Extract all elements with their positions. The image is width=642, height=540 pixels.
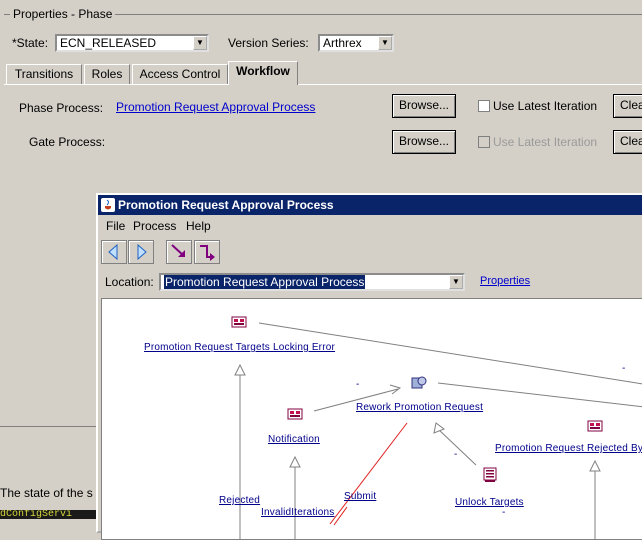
tab-roles[interactable]: Roles bbox=[84, 64, 130, 84]
location-select[interactable]: Promotion Request Approval Process ▼ bbox=[159, 273, 465, 291]
use-latest-checkbox-gate bbox=[478, 136, 490, 148]
dash-marker: - bbox=[356, 379, 360, 390]
browse-button-phase[interactable]: Browse... bbox=[392, 94, 456, 118]
activity-icon[interactable] bbox=[231, 315, 247, 329]
link-label-rejected[interactable]: Rejected bbox=[219, 495, 260, 506]
dash-marker: - bbox=[502, 507, 506, 518]
tab-transitions[interactable]: Transitions bbox=[6, 64, 82, 84]
arrow-left-icon bbox=[108, 243, 118, 261]
drill-down-button[interactable] bbox=[166, 240, 192, 264]
step-into-icon bbox=[200, 245, 215, 261]
chevron-down-icon[interactable]: ▼ bbox=[193, 36, 207, 50]
location-value: Promotion Request Approval Process bbox=[164, 275, 366, 289]
dialog-title: Promotion Request Approval Process bbox=[118, 198, 334, 212]
tab-access-control[interactable]: Access Control bbox=[132, 64, 228, 84]
location-label: Location: bbox=[105, 275, 154, 289]
link-label-invalid-iterations[interactable]: InvalidIterations bbox=[261, 507, 334, 518]
node-label-rework[interactable]: Rework Promotion Request bbox=[356, 402, 483, 413]
dash-marker: - bbox=[622, 363, 626, 374]
version-value: Arthrex bbox=[323, 36, 362, 50]
clear-button-phase[interactable]: Clea bbox=[613, 94, 642, 118]
menu-process[interactable]: Process bbox=[133, 219, 176, 233]
state-select[interactable]: ECN_RELEASED ▼ bbox=[55, 34, 209, 52]
tab-workflow[interactable]: Workflow bbox=[228, 61, 298, 85]
node-label-notification[interactable]: Notification bbox=[268, 434, 320, 445]
activity-icon[interactable] bbox=[287, 407, 303, 421]
forward-button[interactable] bbox=[128, 240, 154, 264]
arrow-right-icon bbox=[137, 243, 147, 261]
properties-link[interactable]: Properties bbox=[480, 275, 530, 287]
state-value: ECN_RELEASED bbox=[60, 36, 157, 50]
menu-help[interactable]: Help bbox=[186, 219, 211, 233]
lower-panel bbox=[0, 426, 100, 520]
clear-button-gate[interactable]: Clea bbox=[613, 130, 642, 154]
dialog-titlebar[interactable]: Promotion Request Approval Process bbox=[98, 195, 642, 215]
status-text: The state of the s bbox=[0, 486, 93, 500]
activity-icon[interactable] bbox=[587, 419, 603, 433]
version-select[interactable]: Arthrex ▼ bbox=[318, 34, 394, 52]
process-canvas[interactable]: Promotion Request Targets Locking Error … bbox=[101, 298, 642, 540]
node-label-unlock-targets[interactable]: Unlock Targets bbox=[455, 497, 524, 508]
workflow-dialog: Promotion Request Approval Process File … bbox=[96, 193, 642, 540]
dash-marker: - bbox=[454, 449, 458, 460]
browse-button-gate[interactable]: Browse... bbox=[392, 130, 456, 154]
java-icon bbox=[101, 198, 115, 212]
state-label: *State: bbox=[12, 36, 49, 50]
robot-icon[interactable] bbox=[482, 467, 498, 482]
menu-file[interactable]: File bbox=[106, 219, 125, 233]
link-label-submit[interactable]: Submit bbox=[344, 491, 376, 502]
process-connectors bbox=[234, 322, 642, 539]
drill-down-icon bbox=[171, 244, 185, 257]
phase-process-label: Phase Process: bbox=[19, 101, 104, 115]
back-button[interactable] bbox=[101, 240, 127, 264]
task-icon[interactable] bbox=[410, 375, 427, 389]
step-into-button[interactable] bbox=[194, 240, 220, 264]
tab-divider bbox=[4, 84, 642, 85]
use-latest-label-phase: Use Latest Iteration bbox=[493, 99, 598, 113]
phase-process-link[interactable]: Promotion Request Approval Process bbox=[116, 100, 315, 114]
chevron-down-icon[interactable]: ▼ bbox=[449, 275, 463, 289]
panel-title: Properties - Phase bbox=[10, 7, 116, 21]
version-label: Version Series: bbox=[228, 36, 309, 50]
node-label-locking-error[interactable]: Promotion Request Targets Locking Error bbox=[144, 342, 335, 353]
node-label-rejected-by[interactable]: Promotion Request Rejected By bbox=[495, 443, 642, 454]
gate-process-label: Gate Process: bbox=[29, 135, 106, 149]
use-latest-checkbox-phase[interactable] bbox=[478, 100, 490, 112]
use-latest-label-gate: Use Latest Iteration bbox=[493, 135, 598, 149]
console-text: dConfigServi bbox=[0, 510, 98, 519]
chevron-down-icon[interactable]: ▼ bbox=[378, 36, 392, 50]
